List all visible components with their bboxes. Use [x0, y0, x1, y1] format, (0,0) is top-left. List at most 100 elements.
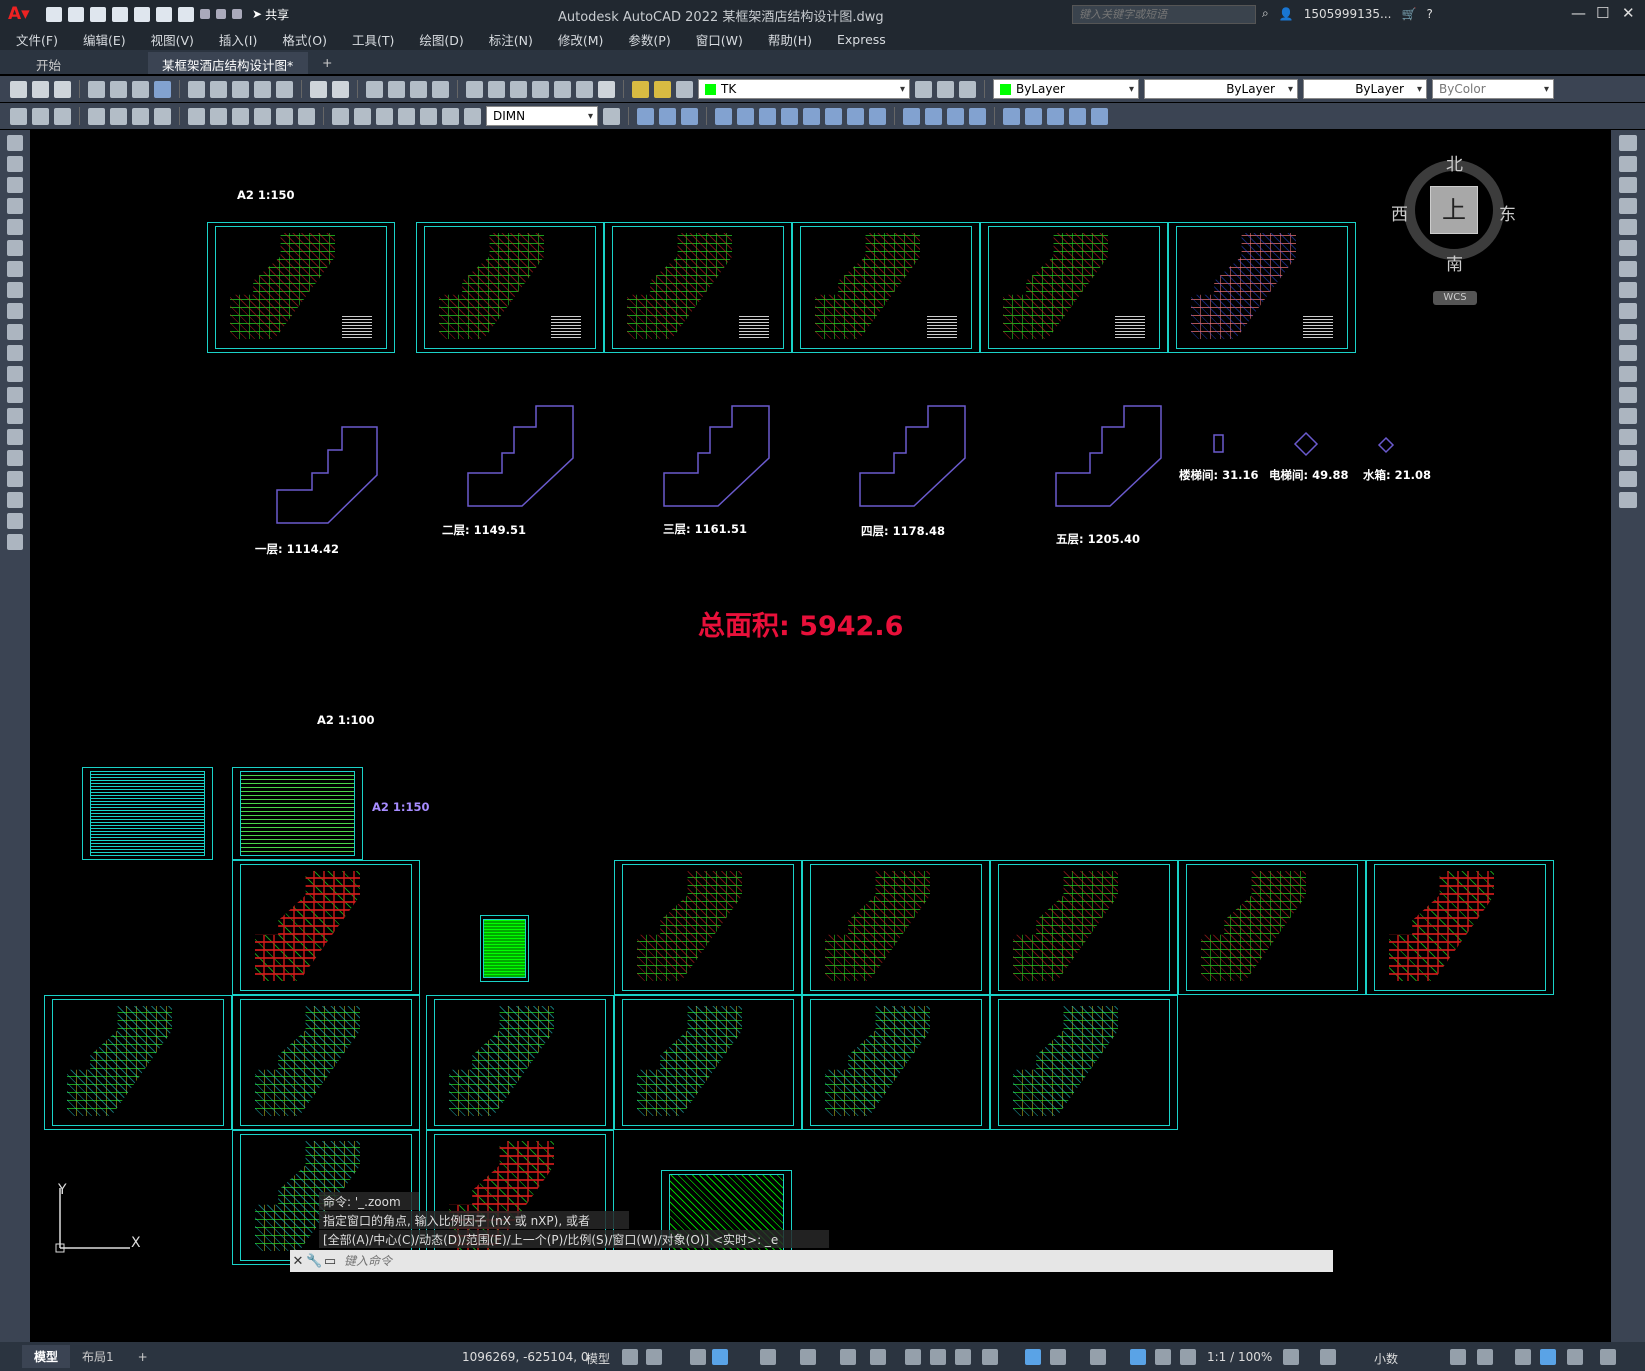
close-command-icon[interactable]: ✕: [290, 1254, 306, 1269]
user-icon[interactable]: 👤: [1279, 7, 1294, 21]
customization-icon[interactable]: [1600, 1349, 1616, 1365]
cut-icon[interactable]: [188, 80, 205, 98]
plot-icon[interactable]: [178, 6, 194, 22]
new-icon[interactable]: [10, 80, 27, 98]
tank-outline[interactable]: [1377, 436, 1395, 454]
drawing-sheet[interactable]: [802, 860, 990, 995]
notes-sheet[interactable]: [232, 767, 363, 860]
blend-curves-icon[interactable]: [1619, 471, 1637, 487]
help-icon[interactable]: ?: [1426, 7, 1432, 21]
coordinates-readout[interactable]: 1096269, -625104, 0: [462, 1350, 588, 1364]
save-icon[interactable]: [90, 6, 106, 22]
drawing-canvas[interactable]: A2 1:150 一层: 1114.42 二层: 1149.51 三层: 116…: [30, 130, 1611, 1342]
table-sheet[interactable]: [480, 915, 529, 982]
baseline-dim-icon[interactable]: [232, 107, 249, 125]
menu-window[interactable]: 窗口(W): [696, 30, 743, 49]
aligned-dim-icon[interactable]: [32, 107, 49, 125]
maximize-button[interactable]: ☐: [1596, 4, 1609, 22]
drawing-sheet[interactable]: [1366, 860, 1554, 995]
design-center-icon[interactable]: [488, 80, 505, 98]
calculator-icon[interactable]: [576, 80, 593, 98]
drawing-sheet[interactable]: [426, 995, 614, 1130]
text-front-icon[interactable]: [1091, 107, 1108, 125]
help-icon[interactable]: [598, 80, 615, 98]
pan-icon[interactable]: [366, 80, 383, 98]
infer-constraints-icon[interactable]: [690, 1349, 706, 1365]
tab-start[interactable]: 开始: [0, 52, 148, 74]
share-button[interactable]: ➤ 共享: [252, 6, 289, 23]
command-input[interactable]: [344, 1254, 1244, 1268]
ellipse-icon[interactable]: [7, 324, 23, 340]
snap-icon[interactable]: [646, 1349, 662, 1365]
menu-format[interactable]: 格式(O): [282, 30, 327, 49]
object-snap-tracking-icon[interactable]: [840, 1349, 856, 1365]
rotate-icon[interactable]: [781, 107, 798, 125]
lock-ui-icon[interactable]: [1477, 1349, 1493, 1365]
drawing-sheet[interactable]: [232, 860, 420, 995]
construction-line-icon[interactable]: [7, 156, 23, 172]
undo-icon[interactable]: [310, 80, 327, 98]
model-space-toggle[interactable]: 模型: [586, 1350, 610, 1367]
menu-modify[interactable]: 修改(M): [558, 30, 604, 49]
elevator-outline[interactable]: [1293, 431, 1319, 457]
new-tab-button[interactable]: +: [308, 52, 347, 74]
hatch-icon[interactable]: [7, 429, 23, 445]
line-icon[interactable]: [7, 135, 23, 151]
mirror-icon[interactable]: [681, 107, 698, 125]
drawing-sheet[interactable]: [614, 995, 802, 1130]
inspection-icon[interactable]: [376, 107, 393, 125]
stair-outline[interactable]: [1213, 434, 1224, 453]
trim-icon[interactable]: [1619, 324, 1637, 340]
save-as-icon[interactable]: [112, 6, 128, 22]
draworder-front-icon[interactable]: [1047, 107, 1064, 125]
floor-outline-2[interactable]: [467, 405, 574, 507]
ellipse-arc-icon[interactable]: [7, 345, 23, 361]
break-icon[interactable]: [1619, 387, 1637, 403]
move-icon[interactable]: [1619, 240, 1637, 256]
polygon-icon[interactable]: [7, 198, 23, 214]
menu-parametric[interactable]: 参数(P): [628, 30, 670, 49]
make-block-icon[interactable]: [7, 387, 23, 403]
menu-view[interactable]: 视图(V): [151, 30, 194, 49]
add-layout-button[interactable]: +: [126, 1347, 160, 1367]
properties-icon[interactable]: [466, 80, 483, 98]
match-properties-icon[interactable]: [254, 80, 271, 98]
revision-cloud-icon[interactable]: [7, 282, 23, 298]
region-icon[interactable]: [7, 471, 23, 487]
menu-help[interactable]: 帮助(H): [768, 30, 812, 49]
units-dropdown[interactable]: 小数: [1374, 1350, 1398, 1367]
tab-model[interactable]: 模型: [22, 1345, 71, 1368]
draworder-back-icon[interactable]: [1069, 107, 1086, 125]
offset-icon[interactable]: [1619, 198, 1637, 214]
plot-icon[interactable]: [88, 80, 105, 98]
radius-dim-icon[interactable]: [110, 107, 127, 125]
close-button[interactable]: ✕: [1622, 4, 1635, 22]
explode-icon[interactable]: [1003, 107, 1020, 125]
notes-sheet[interactable]: [82, 767, 213, 860]
selection-cycling-icon[interactable]: [955, 1349, 971, 1365]
paste-icon[interactable]: [232, 80, 249, 98]
polar-icon[interactable]: [760, 1349, 776, 1365]
compass-west[interactable]: 西: [1391, 200, 1408, 225]
wcs-menu[interactable]: WCS: [1433, 291, 1477, 305]
lineweight-icon[interactable]: [905, 1349, 921, 1365]
drawing-sheet[interactable]: [44, 995, 232, 1130]
fillet-icon[interactable]: [1619, 450, 1637, 466]
menu-draw[interactable]: 绘图(D): [419, 30, 463, 49]
drawing-sheet[interactable]: [802, 995, 990, 1130]
dim-space-icon[interactable]: [276, 107, 293, 125]
arc-icon[interactable]: [7, 240, 23, 256]
menu-tools[interactable]: 工具(T): [352, 30, 394, 49]
customize-command-icon[interactable]: 🔧: [306, 1254, 322, 1269]
move-icon[interactable]: [759, 107, 776, 125]
join-icon[interactable]: [1619, 408, 1637, 424]
offset-icon[interactable]: [715, 107, 732, 125]
graphics-performance-icon[interactable]: [1540, 1349, 1556, 1365]
dim-text-edit-icon[interactable]: [442, 107, 459, 125]
zoom-previous-icon[interactable]: [432, 80, 449, 98]
layer-previous-icon[interactable]: [959, 80, 976, 98]
scale-icon[interactable]: [1619, 282, 1637, 298]
diameter-dim-icon[interactable]: [154, 107, 171, 125]
drawing-sheet[interactable]: [614, 860, 802, 995]
recent-commands-icon[interactable]: ▭: [322, 1254, 338, 1269]
